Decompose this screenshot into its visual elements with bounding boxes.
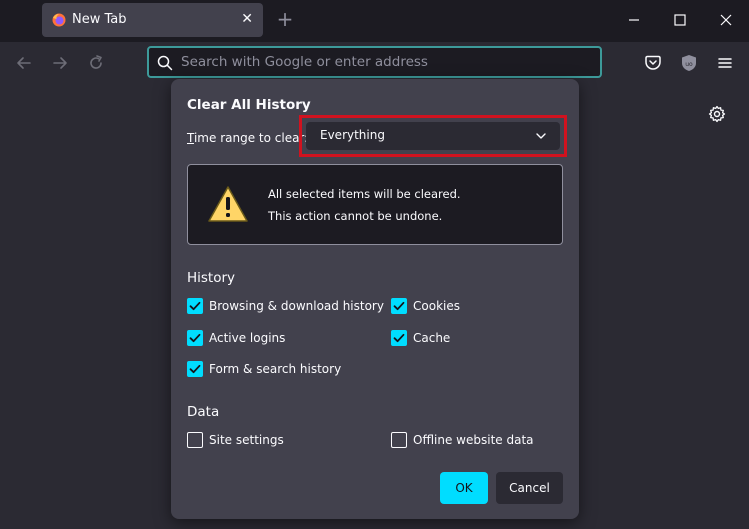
firefox-icon <box>52 13 66 27</box>
minimize-icon[interactable] <box>624 10 644 30</box>
warning-icon <box>208 186 248 222</box>
data-section-title: Data <box>187 404 220 420</box>
checkbox-cache[interactable]: Cache <box>391 330 511 348</box>
pocket-icon[interactable] <box>643 53 663 73</box>
checkbox-label: Active logins <box>209 331 286 345</box>
checkbox-label: Form & search history <box>209 362 342 376</box>
time-range-select[interactable]: Everything <box>306 122 560 150</box>
new-tab-button[interactable]: + <box>274 8 296 30</box>
checkbox-checked-icon <box>187 298 203 314</box>
dialog-title: Clear All History <box>187 97 311 113</box>
checkbox-checked-icon <box>187 361 203 377</box>
clear-history-dialog: Clear All History Time range to clear: E… <box>171 79 579 519</box>
checkbox-label: Cookies <box>413 299 460 313</box>
checkbox-offline-website-data[interactable]: Offline website data <box>391 432 551 450</box>
ublock-shield-icon[interactable]: uo <box>679 53 699 73</box>
url-bar[interactable] <box>147 46 602 78</box>
warning-line-1: All selected items will be cleared. <box>268 187 461 201</box>
checkbox-browsing-download-history[interactable]: Browsing & download history <box>187 298 387 316</box>
time-range-label-text: ime range to clear: <box>193 131 309 145</box>
reload-icon[interactable] <box>86 53 106 73</box>
time-range-label: Time range to clear: <box>187 131 308 145</box>
ok-button[interactable]: OK <box>440 472 488 504</box>
checkbox-site-settings[interactable]: Site settings <box>187 432 387 450</box>
hamburger-menu-icon[interactable] <box>715 53 735 73</box>
url-input[interactable] <box>181 52 591 72</box>
checkbox-unchecked-icon <box>187 432 203 448</box>
tab-close-icon[interactable]: ✕ <box>241 11 253 27</box>
forward-arrow-icon[interactable] <box>50 53 70 73</box>
time-range-value: Everything <box>320 128 385 142</box>
time-range-label-accesskey: T <box>187 131 194 145</box>
chevron-down-icon <box>536 133 546 139</box>
checkbox-checked-icon <box>391 330 407 346</box>
checkbox-label: Offline website data <box>413 433 534 447</box>
checkbox-checked-icon <box>187 330 203 346</box>
checkbox-cookies[interactable]: Cookies <box>391 298 511 316</box>
warning-line-2: This action cannot be undone. <box>268 209 443 223</box>
svg-text:uo: uo <box>685 61 693 68</box>
maximize-icon[interactable] <box>670 10 690 30</box>
checkbox-label: Cache <box>413 331 451 345</box>
cancel-button[interactable]: Cancel <box>496 472 563 504</box>
navigation-bar: uo <box>0 42 749 84</box>
checkbox-form-search-history[interactable]: Form & search history <box>187 361 387 379</box>
checkbox-active-logins[interactable]: Active logins <box>187 330 387 348</box>
checkbox-checked-icon <box>391 298 407 314</box>
back-arrow-icon[interactable] <box>14 53 34 73</box>
checkbox-label: Browsing & download history <box>209 299 384 313</box>
checkbox-unchecked-icon <box>391 432 407 448</box>
close-icon[interactable] <box>716 10 736 30</box>
checkbox-label: Site settings <box>209 433 284 447</box>
search-icon <box>157 55 173 71</box>
warning-box: All selected items will be cleared. This… <box>187 164 563 245</box>
gear-icon[interactable] <box>708 105 726 123</box>
tab-strip: New Tab ✕ + <box>0 0 749 42</box>
tab-new-tab[interactable]: New Tab ✕ <box>42 3 263 37</box>
history-section-title: History <box>187 270 236 286</box>
tab-title: New Tab <box>72 12 127 27</box>
